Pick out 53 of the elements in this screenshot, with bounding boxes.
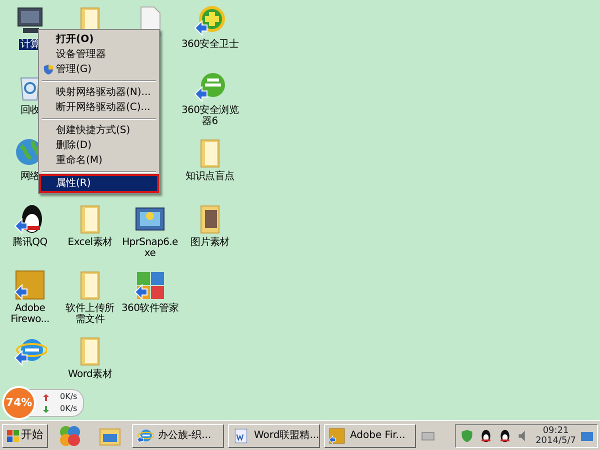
windows-flag-icon (7, 430, 19, 442)
desktop-icon[interactable]: 360安全浏览器6 (180, 70, 240, 127)
desktop-icon-label[interactable]: HprSnap6.exe (120, 237, 180, 259)
w-document-icon (232, 426, 250, 444)
e-globe-icon (136, 426, 154, 444)
desktop-icon[interactable]: HprSnap6.exe (120, 202, 180, 259)
menu-item[interactable]: 删除(D) (41, 138, 157, 153)
penguin-icon[interactable] (498, 428, 512, 444)
plus-badge-icon[interactable] (193, 4, 227, 38)
desktop-icon-label[interactable]: 知识点盲点 (184, 171, 236, 182)
desktop-icon[interactable]: 360安全卫士 (180, 4, 240, 50)
menu-item[interactable]: 重命名(M) (41, 153, 157, 168)
colored-circles-icon[interactable] (58, 424, 82, 448)
menu-item[interactable]: 创建快捷方式(S) (41, 123, 157, 138)
menu-item[interactable]: 断开网络驱动器(C)... (41, 100, 157, 115)
desktop-icon[interactable]: 图片素材 (180, 202, 240, 248)
taskbar-button[interactable]: 办公族-织... (132, 424, 224, 448)
clock[interactable]: 09:21 2014/5/7 (536, 426, 576, 446)
penguin-icon[interactable] (478, 428, 493, 444)
e-globe-icon[interactable] (193, 70, 227, 104)
desktop-icon-label[interactable]: Word素材 (67, 369, 113, 380)
menu-item[interactable]: 属性(R) (41, 176, 157, 191)
menu-item[interactable]: 管理(G) (41, 62, 157, 77)
menu-item[interactable]: 设备管理器 (41, 47, 157, 62)
desktop-icon[interactable]: 360软件管家 (120, 268, 180, 314)
desktop-icon-label[interactable]: 网络 (19, 171, 41, 182)
desktop-icon-label[interactable]: 软件上传所需文件 (60, 303, 120, 325)
menu-item[interactable]: 打开(O) (41, 32, 157, 47)
desktop-icon-label[interactable]: 腾讯QQ (12, 237, 48, 248)
desktop-icon-label[interactable]: 360软件管家 (120, 303, 180, 314)
taskbar-button[interactable]: Word联盟精... (228, 424, 320, 448)
desktop-icon[interactable]: Adobe Firewo... (0, 268, 60, 325)
desktop-icon[interactable]: 腾讯QQ (0, 202, 60, 248)
fw-logo-icon (328, 426, 346, 444)
shield-icon (43, 64, 54, 75)
show-desktop-icon[interactable] (581, 430, 593, 442)
desktop-icon-label[interactable]: 360安全浏览器6 (180, 105, 240, 127)
upload-speed: 0K/s (60, 391, 78, 403)
desktop-icon-label[interactable]: 图片素材 (190, 237, 230, 248)
fw-logo-icon[interactable] (13, 268, 47, 302)
desktop-icon-label[interactable]: 360安全卫士 (180, 39, 240, 50)
taskbar-button[interactable]: Adobe Fir... (324, 424, 416, 448)
desktop-icon-label[interactable]: Excel素材 (66, 237, 114, 248)
desktop-icon[interactable]: Excel素材 (60, 202, 120, 248)
desktop-icon[interactable]: 软件上传所需文件 (60, 268, 120, 325)
desktop-icon-label[interactable]: Adobe Firewo... (0, 303, 60, 325)
download-speed: 0K/s (60, 403, 78, 415)
menu-item[interactable]: 映射网络驱动器(N)... (41, 85, 157, 100)
start-button[interactable]: 开始 (2, 424, 48, 448)
up-arrow-icon (43, 394, 49, 400)
desktop-icon[interactable]: Word素材 (60, 334, 120, 380)
desktop-icon[interactable]: 知识点盲点 (180, 136, 240, 182)
down-arrow-icon (43, 406, 49, 412)
